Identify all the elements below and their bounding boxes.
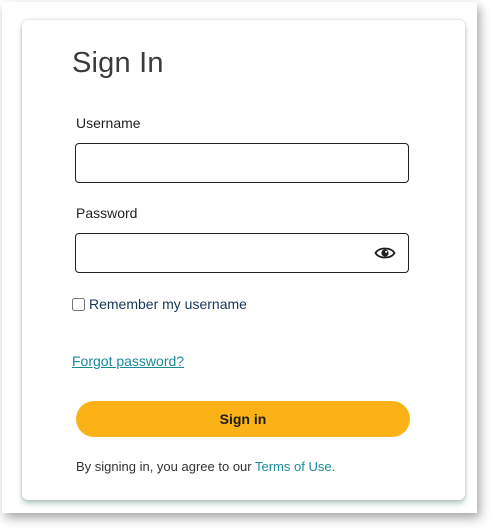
eye-icon[interactable] [370,241,400,265]
remember-row: Remember my username [72,296,247,312]
terms-agreement-prefix: By signing in, you agree to our [76,459,255,474]
terms-of-use-link[interactable]: Terms of Use. [255,459,335,474]
signin-card: Sign In Username Password Remember my us… [22,20,465,500]
sign-in-button[interactable]: Sign in [76,401,410,437]
remember-checkbox[interactable] [72,297,85,311]
terms-agreement: By signing in, you agree to our Terms of… [76,459,335,474]
password-input[interactable] [75,233,409,273]
page-title: Sign In [72,47,164,79]
password-label: Password [76,205,138,221]
username-label: Username [76,115,141,131]
window-frame: Sign In Username Password Remember my us… [2,2,477,513]
forgot-password-link[interactable]: Forgot password? [72,353,184,369]
remember-label[interactable]: Remember my username [89,296,247,312]
username-input[interactable] [75,143,409,183]
